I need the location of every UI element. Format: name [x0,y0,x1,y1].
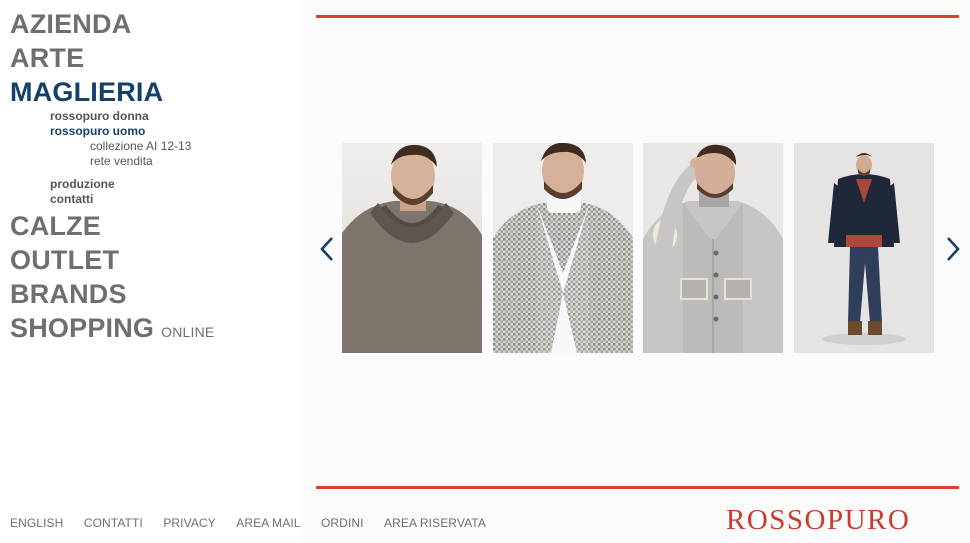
carousel-next-button[interactable] [944,236,962,262]
product-photo-2[interactable] [493,143,633,353]
submenu-item-rossopuro-donna[interactable]: rossopuro donna [50,109,214,124]
submenu-item-contatti[interactable]: contatti [50,192,214,207]
submenu-item-rossopuro-uomo[interactable]: rossopuro uomo [50,124,214,139]
maglieria-submenu: rossopuro donna rossopuro uomo collezion… [10,109,214,207]
footer-links: ENGLISH CONTATTI PRIVACY AREA MAIL ORDIN… [10,514,502,532]
menu-item-shopping-label[interactable]: SHOPPING [10,313,154,343]
top-divider [316,15,959,18]
menu-item-azienda[interactable]: AZIENDA [10,7,214,41]
product-photo-4[interactable] [794,143,934,353]
sidebar: AZIENDA ARTE MAGLIERIA rossopuro donna r… [0,0,300,543]
submenu-item-produzione[interactable]: produzione [50,177,214,192]
menu-item-shopping-suffix[interactable]: ONLINE [161,324,214,340]
menu-item-brands[interactable]: BRANDS [10,277,214,311]
carousel-prev-button[interactable] [318,236,336,262]
footer-link-area-mail[interactable]: AREA MAIL [236,516,300,530]
footer-link-english[interactable]: ENGLISH [10,516,63,530]
menu-item-maglieria[interactable]: MAGLIERIA [10,75,214,109]
menu-item-outlet[interactable]: OUTLET [10,243,214,277]
submenu-spacer [10,168,214,177]
chevron-left-icon [320,237,333,261]
menu-item-arte[interactable]: ARTE [10,41,214,75]
footer-link-contatti[interactable]: CONTATTI [84,516,143,530]
footer-link-privacy[interactable]: PRIVACY [163,516,216,530]
menu-item-shopping[interactable]: SHOPPING ONLINE [10,311,214,349]
footer-link-ordini[interactable]: ORDINI [321,516,364,530]
product-photo-1[interactable] [342,143,482,353]
man-houndstooth-cardigan-image [493,143,633,353]
footer-link-area-riservata[interactable]: AREA RISERVATA [384,516,486,530]
man-navy-jacket-full-length-image [794,143,934,353]
photo-carousel [316,143,970,354]
rossopuro-logo[interactable]: ROSSOPURO [726,503,910,537]
product-photo-3[interactable] [643,143,783,353]
bottom-divider [316,486,959,489]
main-menu: AZIENDA ARTE MAGLIERIA rossopuro donna r… [10,7,214,349]
man-grey-button-cardigan-image [643,143,783,353]
menu-item-calze[interactable]: CALZE [10,209,214,243]
chevron-right-icon [947,237,960,261]
submenu-item-rete-vendita[interactable]: rete vendita [90,154,214,169]
man-grey-shawl-sweater-image [342,143,482,353]
submenu-item-collezione[interactable]: collezione AI 12-13 [90,139,214,154]
